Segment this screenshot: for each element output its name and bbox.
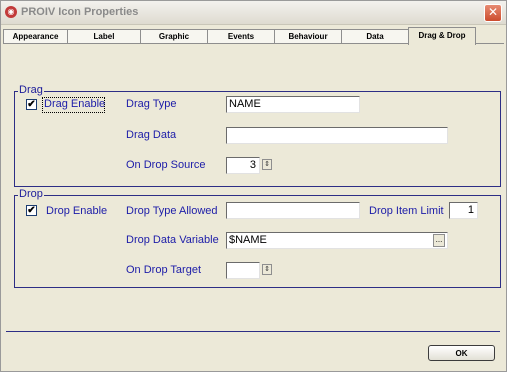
tab-label[interactable]: Label xyxy=(67,29,141,44)
drag-legend: Drag xyxy=(18,84,44,96)
tab-events[interactable]: Events xyxy=(207,29,275,44)
tab-graphic[interactable]: Graphic xyxy=(140,29,208,44)
on-drop-target-label: On Drop Target xyxy=(126,264,202,276)
drop-type-allowed-label: Drop Type Allowed xyxy=(126,205,218,217)
title-bar: ◉ PROIV Icon Properties ✕ xyxy=(1,1,506,25)
drop-item-limit-input[interactable]: 1 xyxy=(449,202,478,219)
on-drop-source-label: On Drop Source xyxy=(126,159,206,171)
drop-type-allowed-input[interactable] xyxy=(226,202,360,219)
drop-data-variable-label: Drop Data Variable xyxy=(126,234,219,246)
drag-type-input[interactable]: NAME xyxy=(226,96,360,113)
tab-drag-drop[interactable]: Drag & Drop xyxy=(408,27,476,45)
drop-enable-label[interactable]: Drop Enable xyxy=(46,205,107,217)
on-drop-target-input[interactable] xyxy=(226,262,260,279)
drag-enable-label[interactable]: Drag Enable xyxy=(44,98,105,110)
drag-data-input[interactable] xyxy=(226,127,448,144)
drop-enable-checkbox[interactable]: ✔ xyxy=(26,205,37,216)
drop-legend: Drop xyxy=(18,188,44,200)
drop-data-variable-browse-button[interactable]: ... xyxy=(433,234,445,247)
drag-type-label: Drag Type xyxy=(126,98,177,110)
ok-button[interactable]: OK xyxy=(428,345,495,361)
on-drop-source-input[interactable]: 3 xyxy=(226,157,260,174)
properties-window: ◉ PROIV Icon Properties ✕ Appearance Lab… xyxy=(0,0,507,372)
tab-appearance[interactable]: Appearance xyxy=(3,29,68,44)
drop-data-variable-input[interactable]: $NAME xyxy=(226,232,448,249)
drag-enable-checkbox[interactable]: ✔ xyxy=(26,99,37,110)
tab-behaviour[interactable]: Behaviour xyxy=(274,29,342,44)
drag-data-label: Drag Data xyxy=(126,129,177,141)
tab-data[interactable]: Data xyxy=(341,29,409,44)
on-drop-target-spinner[interactable]: ⇕ xyxy=(262,264,272,275)
on-drop-source-spinner[interactable]: ⇕ xyxy=(262,159,272,170)
app-icon: ◉ xyxy=(5,6,17,18)
bottom-separator xyxy=(6,331,500,332)
drop-item-limit-label: Drop Item Limit xyxy=(369,205,444,217)
window-title: PROIV Icon Properties xyxy=(21,6,139,18)
close-button[interactable]: ✕ xyxy=(484,4,502,22)
